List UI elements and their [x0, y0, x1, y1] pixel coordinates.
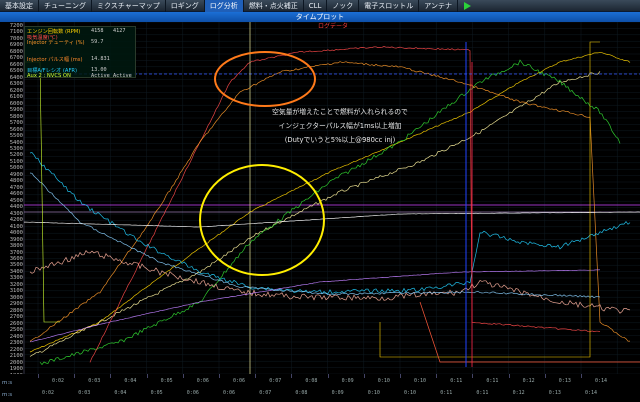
legend-channel-name: Injector パルス幅 (ms) [27, 57, 83, 63]
x-tick-label: 0:09 [331, 390, 344, 396]
x-tick-mark [182, 374, 184, 378]
tab-1[interactable]: チューニング [39, 0, 92, 12]
x-tick-label: 0:08 [295, 390, 308, 396]
x-tick-label: 0:07 [259, 390, 272, 396]
annotation-line: (Dutyでいうと5%以上@980cc inj) [284, 136, 396, 144]
annotation-line: インジェクターパルス幅が1ms以上増加 [278, 122, 402, 130]
legend-value: 4158 [91, 28, 104, 34]
main-tab-bar: 基本設定 チューニング ミクスチャーマップ ロギング ログ分析 燃料・点火補正 CLL ノック… [0, 0, 640, 12]
x-tick-label: 0:10 [404, 390, 417, 396]
tab-3[interactable]: ロギング [166, 0, 205, 12]
legend-value: Active [113, 72, 132, 79]
data-trace [89, 46, 601, 363]
x-tick-label: 0:10 [414, 378, 427, 384]
x-tick-mark [472, 374, 474, 378]
x-tick-mark [38, 374, 39, 378]
x-tick-label: 0:12 [522, 378, 535, 384]
play-icon[interactable] [464, 1, 472, 10]
x-tick-label: 0:05 [160, 378, 173, 384]
x-tick-label: 0:14 [585, 390, 598, 396]
data-trace [29, 51, 631, 353]
x-tick-label: 0:13 [548, 390, 561, 396]
x-tick-mark [508, 374, 510, 378]
x-tick-mark [436, 374, 438, 378]
x-tick-label: 0:11 [450, 378, 463, 384]
x-tick-label: 0:11 [440, 390, 453, 396]
x-tick-mark [544, 374, 546, 378]
x-tick-label: 0:11 [476, 390, 489, 396]
x-axis-unit: m:s [2, 380, 13, 386]
legend-value: Active [91, 72, 110, 79]
x-tick-label: 0:06 [223, 390, 236, 396]
legend-value: 14.831 [91, 56, 110, 62]
tab-6[interactable]: CLL [304, 0, 328, 12]
x-tick-label: 0:08 [305, 378, 318, 384]
data-trace [29, 152, 631, 295]
x-tick-label: 0:04 [114, 390, 127, 396]
x-tick-label: 0:06 [196, 378, 209, 384]
legend-channel-name: Aux 2 : NVCS ON [27, 72, 71, 79]
legend-value: 4127 [113, 28, 126, 34]
x-tick-mark [255, 374, 257, 378]
legend-value: 59.7 [91, 39, 104, 46]
x-tick-label: 0:10 [377, 378, 390, 384]
x-tick-label: 0:02 [42, 390, 55, 396]
x-tick-mark [400, 374, 401, 378]
tab-2[interactable]: ミクスチャーマップ [92, 0, 166, 12]
tab-5[interactable]: 燃料・点火補正 [244, 0, 304, 12]
x-tick-label: 0:12 [512, 390, 525, 396]
x-tick-label: 0:04 [124, 378, 137, 384]
x-tick-label: 0:14 [595, 378, 608, 384]
x-tick-mark [219, 374, 220, 378]
x-tick-label: 0:05 [150, 390, 163, 396]
x-tick-label: 0:06 [186, 390, 199, 396]
x-axis-unit-2: m:s [2, 392, 13, 398]
tab-8[interactable]: 電子スロットル [359, 0, 420, 12]
data-trace [419, 301, 640, 363]
tab-0[interactable]: 基本設定 [0, 0, 39, 12]
plot-title-bar: タイムプロット ログデータ [0, 12, 640, 30]
x-tick-label: 0:03 [88, 378, 101, 384]
x-tick-mark [327, 374, 329, 378]
channel-legend: エンジン回転数 (RPM) 4158 4127 吸気温度(℃) Injector デュー… [24, 26, 136, 79]
x-tick-mark [146, 374, 148, 378]
x-tick-mark [291, 374, 293, 378]
x-tick-mark [110, 374, 112, 378]
x-tick-label: 0:09 [341, 378, 354, 384]
x-tick-label: 0:13 [558, 378, 571, 384]
legend-channel-name: Injector デューティ (%) [27, 40, 85, 47]
data-trace [29, 269, 601, 343]
x-tick-mark [363, 374, 365, 378]
tab-7[interactable]: ノック [327, 0, 360, 12]
data-trace [24, 61, 60, 323]
x-tick-label: 0:02 [52, 378, 65, 384]
annotation-line: 空気量が増えたことで燃料が入れられるので [272, 108, 408, 116]
x-tick-mark [581, 374, 582, 378]
x-tick-label: 0:10 [367, 390, 380, 396]
tab-9[interactable]: アンテナ [419, 0, 459, 12]
x-tick-label: 0:07 [269, 378, 282, 384]
x-tick-mark [74, 374, 76, 378]
x-tick-label: 0:06 [233, 378, 246, 384]
x-tick-label: 0:11 [486, 378, 499, 384]
tab-4[interactable]: ログ分析 [204, 0, 244, 12]
x-axis: m:s m:s 0:02 0:02 0:03 0:03 0:04 0:04 0:05 0:05… [0, 374, 640, 402]
x-tick-label: 0:03 [78, 390, 91, 396]
